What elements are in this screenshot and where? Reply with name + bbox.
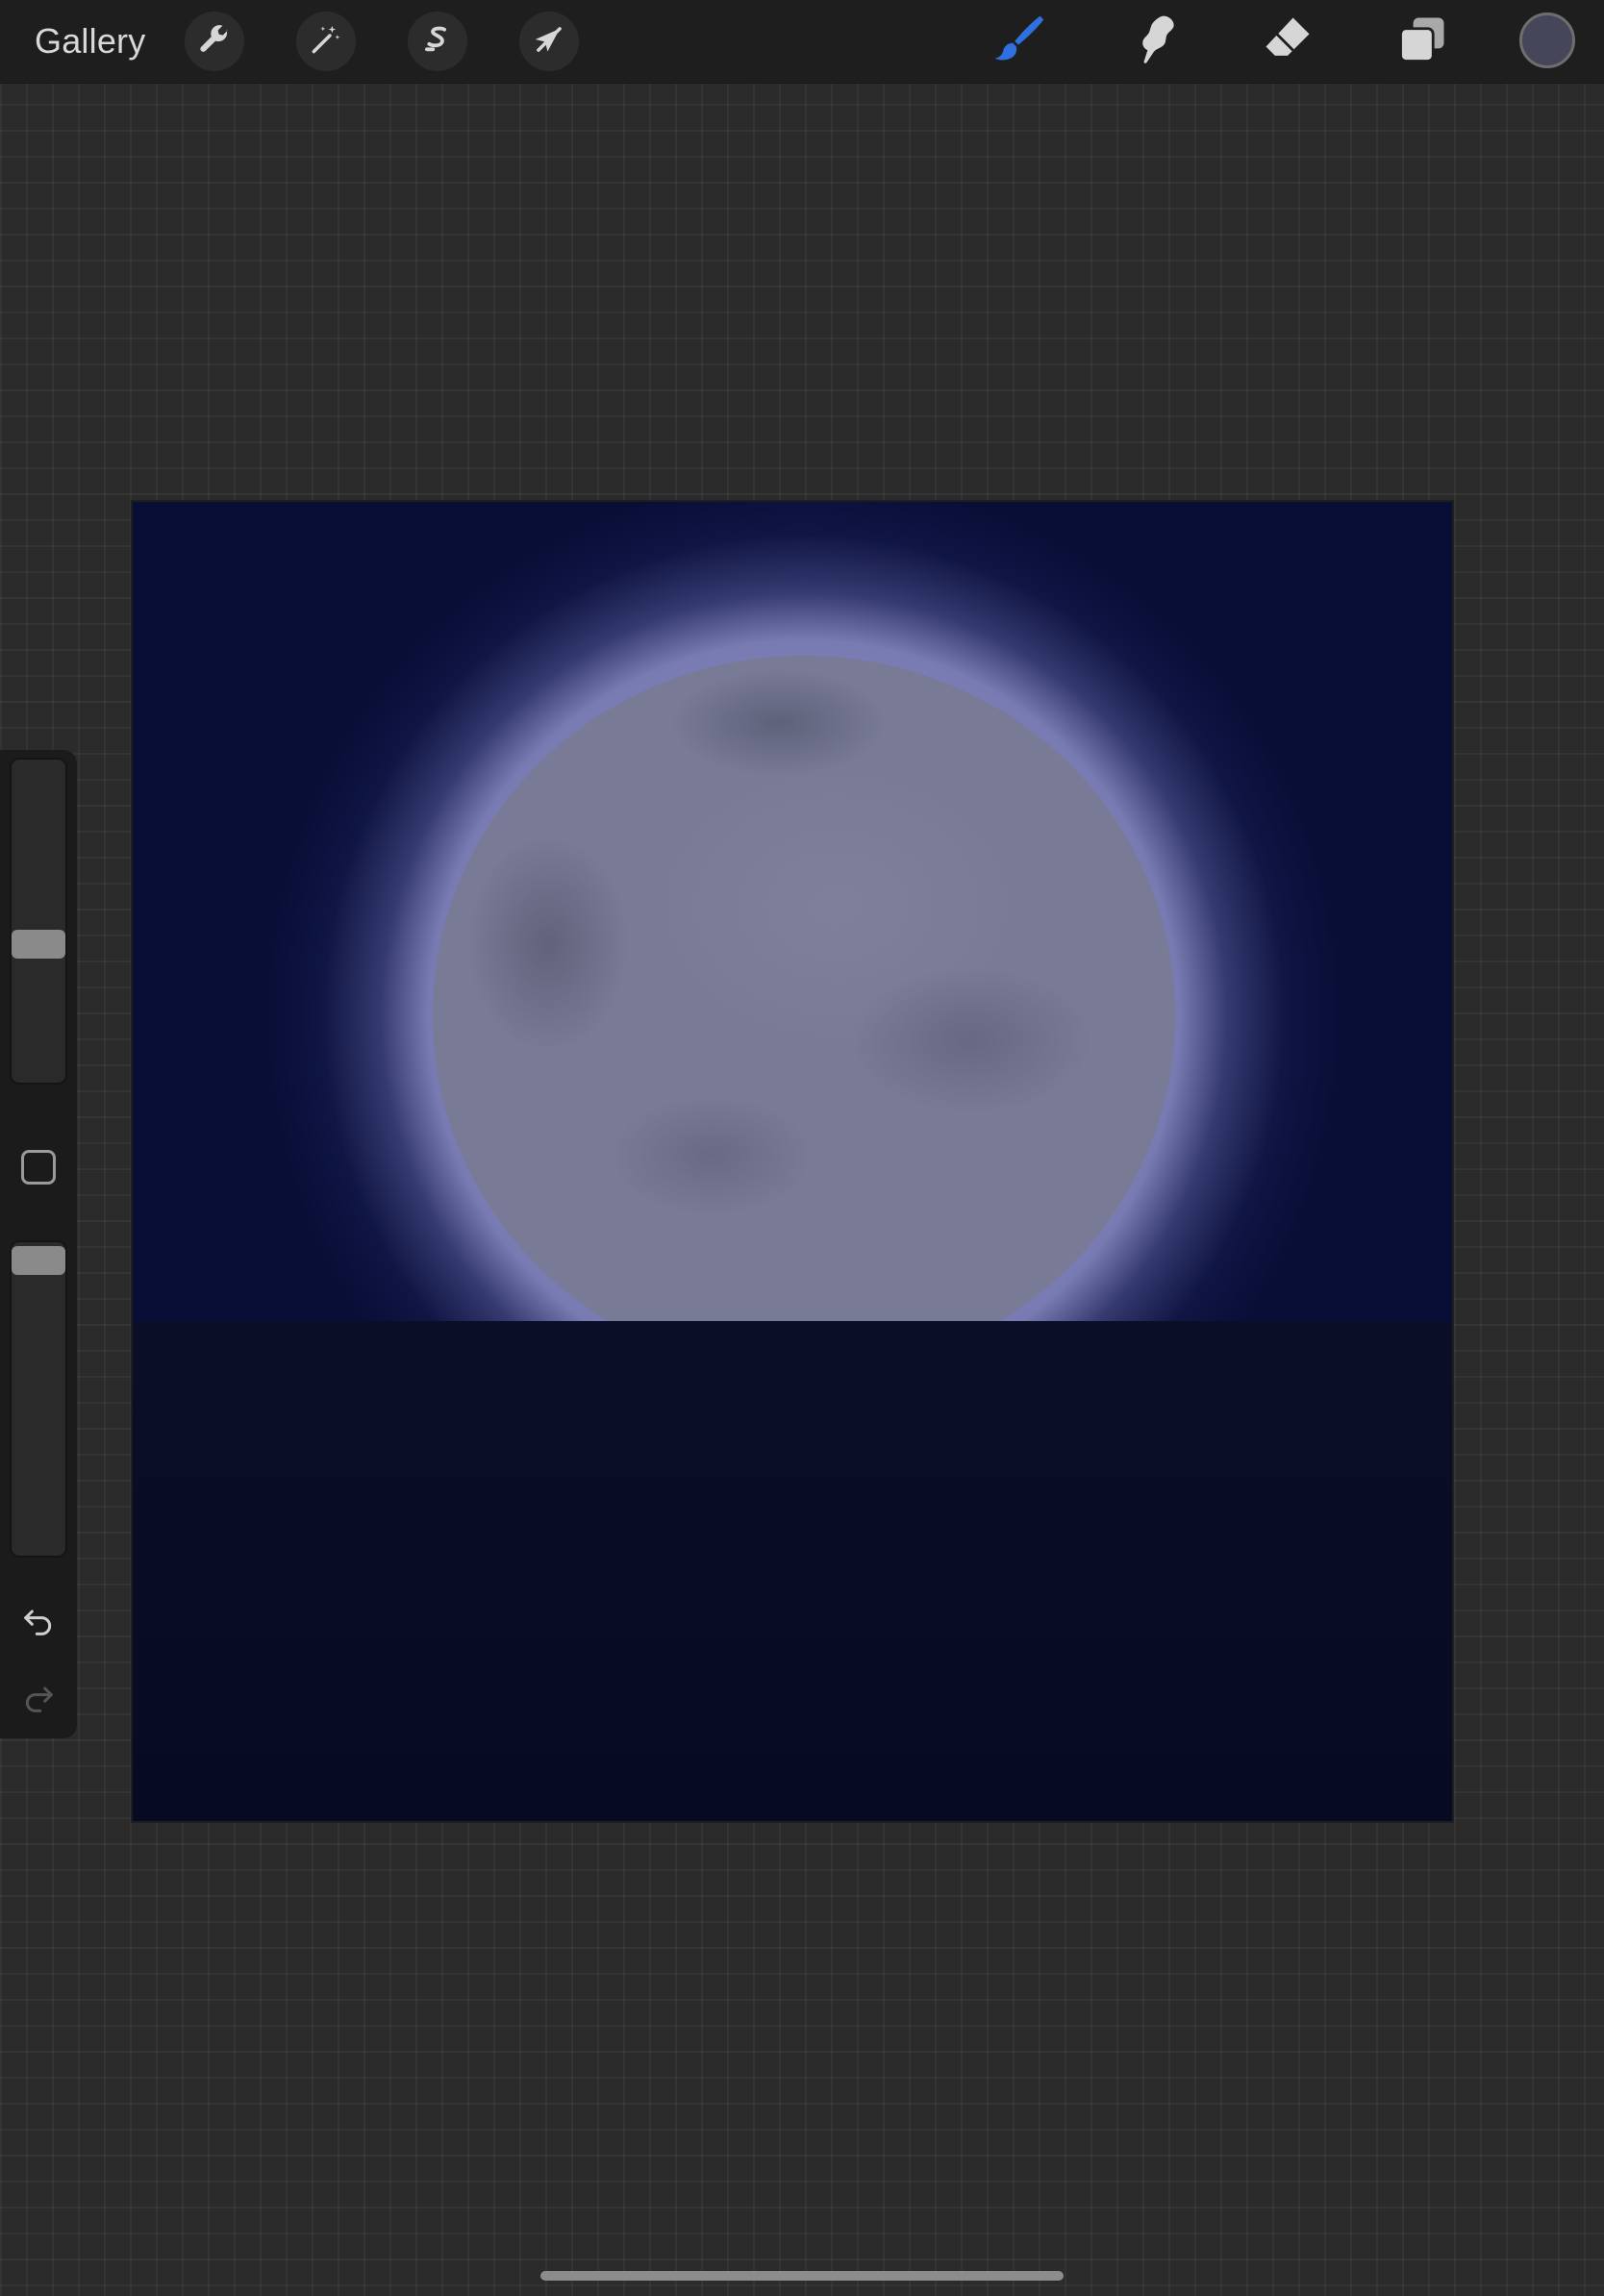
gallery-button[interactable]: Gallery	[35, 17, 145, 65]
opacity-thumb[interactable]	[12, 1246, 65, 1275]
opacity-slider[interactable]	[10, 1240, 67, 1558]
eraser-button[interactable]	[1256, 10, 1319, 73]
redo-arrow-icon	[19, 1679, 58, 1722]
arrow-cursor-icon	[531, 21, 567, 62]
undo-button[interactable]	[15, 1600, 62, 1646]
wrench-icon	[196, 21, 233, 62]
brush-button[interactable]	[987, 10, 1050, 73]
home-indicator[interactable]	[540, 2271, 1064, 2281]
brush-icon	[990, 11, 1047, 73]
smudge-button[interactable]	[1121, 10, 1185, 73]
adjustments-button[interactable]	[296, 12, 356, 71]
undo-arrow-icon	[19, 1602, 58, 1645]
selection-s-icon	[419, 21, 456, 62]
layers-button[interactable]	[1391, 10, 1454, 73]
actions-button[interactable]	[185, 12, 244, 71]
eraser-icon	[1259, 11, 1316, 73]
magic-wand-icon	[308, 21, 344, 62]
drawing-canvas[interactable]	[133, 502, 1452, 1821]
smudge-icon	[1124, 11, 1182, 73]
full-moon	[433, 656, 1175, 1375]
transform-button[interactable]	[519, 12, 579, 71]
left-sidebar	[0, 750, 77, 1738]
top-toolbar: Gallery	[0, 0, 1604, 84]
layers-icon	[1393, 11, 1451, 73]
procreate-workspace: Gallery	[0, 0, 1604, 2296]
redo-button[interactable]	[15, 1677, 62, 1723]
selection-button[interactable]	[408, 12, 467, 71]
brush-size-thumb[interactable]	[12, 930, 65, 959]
dark-water	[133, 1321, 1452, 1821]
color-picker-swatch[interactable]	[1519, 12, 1575, 68]
modify-button[interactable]	[21, 1150, 56, 1185]
brush-size-slider[interactable]	[10, 758, 67, 1085]
